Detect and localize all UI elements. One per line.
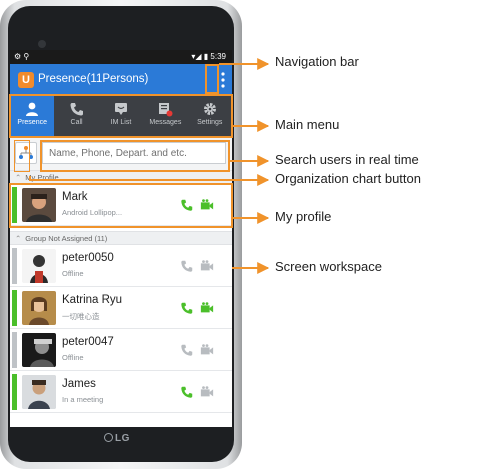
- status-bar: ⚙ ⚲ ▾◢ ▮ 5:39: [10, 50, 232, 64]
- app-title: Presence(11Persons): [38, 73, 149, 85]
- contact-name: Mark: [62, 191, 88, 203]
- contact-row[interactable]: James In a meeting: [10, 371, 232, 413]
- section-count: (11): [94, 234, 108, 243]
- tab-label: Call: [70, 119, 83, 126]
- call-icon[interactable]: [180, 343, 194, 357]
- chevron-up-icon: ⌃: [15, 234, 22, 243]
- contact-status: In a meeting: [62, 395, 104, 404]
- contact-name: James: [62, 378, 96, 390]
- section-title: My Profile: [25, 173, 59, 182]
- presence-indicator: [12, 248, 17, 284]
- status-right: ▾◢ ▮ 5:39: [191, 52, 226, 61]
- tab-label: Presence: [17, 119, 47, 126]
- presence-indicator: [12, 187, 17, 223]
- callout-my-profile: My profile: [275, 209, 332, 224]
- callout-navigation-bar: Navigation bar: [275, 54, 359, 69]
- app-logo-icon: U: [18, 72, 34, 88]
- section-title: Group Not Assigned: [25, 234, 93, 243]
- chat-icon: [114, 103, 127, 115]
- call-icon[interactable]: [180, 301, 194, 315]
- tab-presence[interactable]: Presence: [10, 96, 55, 136]
- status-time: 5:39: [210, 52, 226, 61]
- contact-row[interactable]: peter0050 Offline: [10, 245, 232, 287]
- contact-name: peter0047: [62, 336, 114, 348]
- contact-status: Android Lollipop...: [62, 208, 123, 217]
- section-header-group[interactable]: ⌃ Group Not Assigned (11): [10, 231, 232, 245]
- tab-label: Settings: [197, 119, 223, 126]
- chevron-up-icon: ⌃: [15, 173, 22, 182]
- contact-status: Offline: [62, 353, 84, 362]
- presence-indicator: [12, 374, 17, 410]
- avatar: [22, 375, 56, 409]
- call-icon[interactable]: [180, 385, 194, 399]
- contact-row[interactable]: Katrina Ryu 一切唯心造: [10, 287, 232, 329]
- main-menu: Presence Call IM List Messages Settings: [10, 96, 232, 136]
- avatar: [22, 291, 56, 325]
- video-call-icon[interactable]: [200, 301, 214, 315]
- gear-icon: [203, 103, 216, 115]
- my-profile-row[interactable]: Mark Android Lollipop...: [10, 184, 232, 226]
- video-call-icon[interactable]: [200, 259, 214, 273]
- call-icon[interactable]: [180, 259, 194, 273]
- video-call-icon[interactable]: [200, 343, 214, 357]
- tab-settings[interactable]: Settings: [188, 96, 232, 136]
- contact-name: peter0050: [62, 252, 114, 264]
- search-input[interactable]: [42, 142, 226, 164]
- front-camera: [38, 40, 46, 48]
- search-row: [10, 136, 232, 170]
- org-chart-icon: [19, 146, 33, 159]
- contact-row[interactable]: peter0047 Offline: [10, 329, 232, 371]
- presence-indicator: [12, 332, 17, 368]
- video-call-icon[interactable]: [200, 198, 214, 212]
- avatar: [22, 249, 56, 283]
- phone-screen: ⚙ ⚲ ▾◢ ▮ 5:39 U Presence(11Persons) Pres…: [10, 50, 232, 427]
- phone-frame: ⚙ ⚲ ▾◢ ▮ 5:39 U Presence(11Persons) Pres…: [0, 0, 242, 469]
- tab-im-list[interactable]: IM List: [99, 96, 143, 136]
- avatar: [22, 333, 56, 367]
- phone-brand-text: LG: [115, 433, 130, 444]
- tab-call[interactable]: Call: [54, 96, 98, 136]
- callout-main-menu: Main menu: [275, 117, 340, 132]
- call-icon[interactable]: [180, 198, 194, 212]
- section-header-my-profile[interactable]: ⌃ My Profile: [10, 170, 232, 184]
- phone-icon: [70, 103, 83, 116]
- presence-indicator: [12, 290, 17, 326]
- tab-label: IM List: [110, 119, 132, 126]
- navigation-bar: U Presence(11Persons): [10, 64, 232, 96]
- contact-status: 一切唯心造: [62, 312, 100, 321]
- tab-messages[interactable]: Messages: [143, 96, 187, 136]
- notification-icons: ⚙ ⚲: [14, 52, 30, 61]
- contact-name: Katrina Ryu: [62, 294, 123, 306]
- messages-icon: [159, 103, 173, 117]
- avatar: [22, 188, 56, 222]
- phone-brand-logo: LG: [104, 433, 144, 447]
- callout-org-chart: Organization chart button: [275, 171, 421, 186]
- contact-status: Offline: [62, 269, 84, 278]
- person-icon: [26, 102, 39, 116]
- callout-workspace: Screen workspace: [275, 259, 382, 274]
- overflow-menu-icon[interactable]: [220, 71, 226, 89]
- tab-label: Messages: [149, 119, 182, 126]
- org-chart-button[interactable]: [15, 142, 37, 164]
- video-call-icon[interactable]: [200, 385, 214, 399]
- callout-search: Search users in real time: [275, 152, 419, 167]
